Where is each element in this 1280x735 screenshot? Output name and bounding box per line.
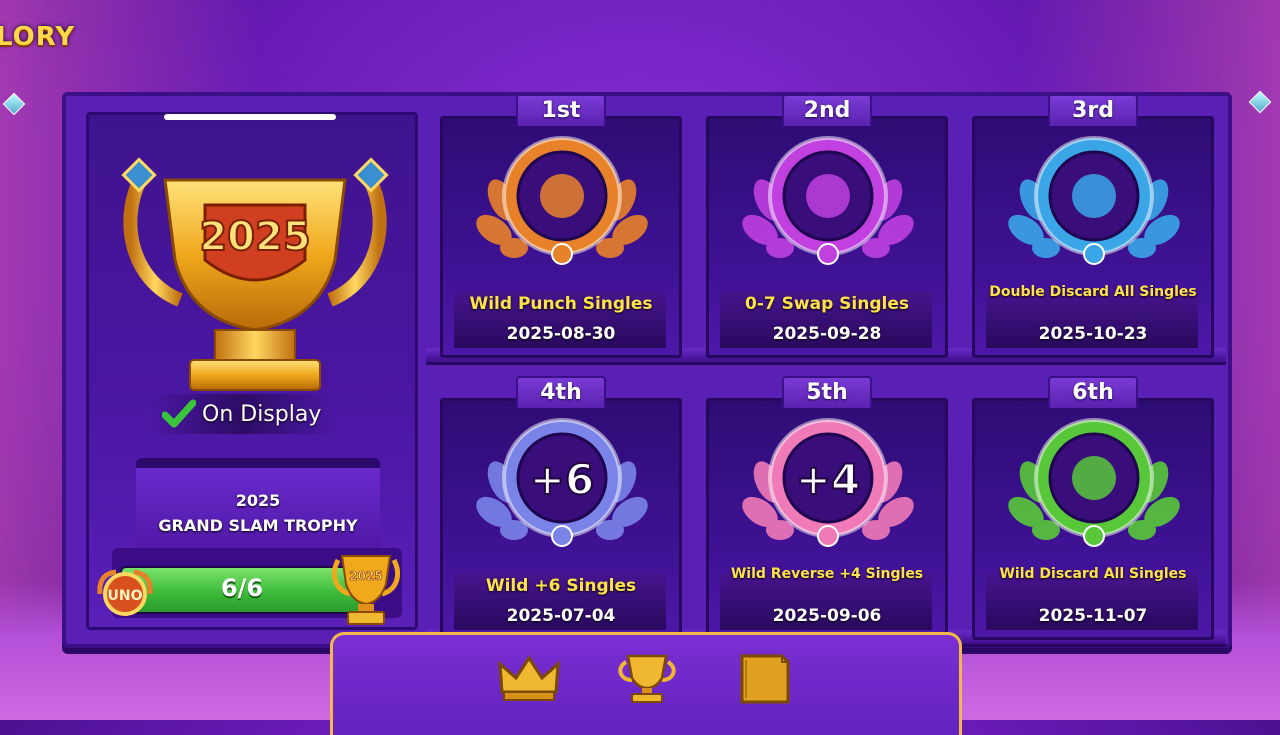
rank-tab: 5th [782, 376, 872, 408]
grand-slam-trophy-icon[interactable]: 2025 [120, 150, 390, 410]
nav-book-icon[interactable] [732, 652, 798, 704]
trophy-year: 2025 [199, 214, 310, 260]
on-display-label: On Display [202, 401, 322, 427]
trophy-name-year: 2025 [235, 491, 281, 510]
trophy-name-title: GRAND SLAM TROPHY [158, 516, 358, 535]
screen-title: LORY [0, 22, 76, 52]
badge-date: 2025-11-07 [1038, 606, 1148, 626]
badge-title: Wild Discard All Singles [999, 566, 1187, 582]
boxing-glove-icon [476, 136, 648, 265]
badge-date: 2025-10-23 [1038, 324, 1148, 344]
badge-icon-text: +4 [796, 455, 860, 504]
on-display-indicator: On Display [150, 394, 334, 434]
badge-slot-6[interactable]: 6th Wild Discard All Singles 2025-11-07 [962, 376, 1220, 640]
rank-tab: 4th [516, 376, 606, 408]
plus-four-icon: +4 [742, 418, 914, 547]
badge-title: Double Discard All Singles [989, 284, 1197, 300]
badge-date: 2025-09-06 [772, 606, 882, 626]
badge-icon-text: +6 [530, 455, 594, 504]
plus-six-icon: +6 [476, 418, 648, 547]
panel-top-light [164, 114, 336, 120]
nav-crown-icon[interactable] [496, 652, 562, 704]
checkmark-icon [162, 399, 196, 428]
uno-medal-icon: UNO [97, 569, 153, 616]
magic-hat-icon [742, 136, 914, 265]
badge-title: Wild +6 Singles [485, 576, 637, 596]
badge-slot-5[interactable]: 5th +4 Wild Reverse +4 Singles 2025-09-0… [696, 376, 954, 640]
badge-date: 2025-08-30 [506, 324, 616, 344]
badge-title: Wild Reverse +4 Singles [730, 566, 924, 582]
badge-slot-3[interactable]: 3rd Double Discard All Singles 2025-10-2… [962, 94, 1220, 358]
rank-tab: 6th [1048, 376, 1138, 408]
rank-tab: 3rd [1048, 94, 1138, 126]
progress-text: 6/6 [220, 574, 264, 602]
uno-logo-text: UNO [108, 588, 143, 604]
rank-tab: 1st [516, 94, 606, 126]
badge-slot-4[interactable]: 4th +6 Wild +6 Singles 2025-07-04 [430, 376, 688, 640]
mini-trophy-icon: 2025 [332, 555, 400, 625]
badge-date: 2025-07-04 [506, 606, 616, 626]
rocket-cards-icon [1008, 418, 1180, 547]
mini-trophy-year: 2025 [349, 569, 382, 583]
badge-slot-2[interactable]: 2nd 0-7 Swap Singles 2025-09-28 [696, 94, 954, 358]
rank-tab: 2nd [782, 94, 872, 126]
cards-ribbon-icon [1008, 136, 1180, 265]
badge-slot-1[interactable]: 1st Wild Punch Singles 2025-08-30 [430, 94, 688, 358]
trophy-name: 2025 GRAND SLAM TROPHY [136, 488, 380, 538]
badge-date: 2025-09-28 [772, 324, 882, 344]
badge-title: Wild Punch Singles [469, 294, 653, 314]
nav-trophy-icon[interactable] [614, 652, 680, 704]
badge-title: 0-7 Swap Singles [745, 294, 909, 314]
